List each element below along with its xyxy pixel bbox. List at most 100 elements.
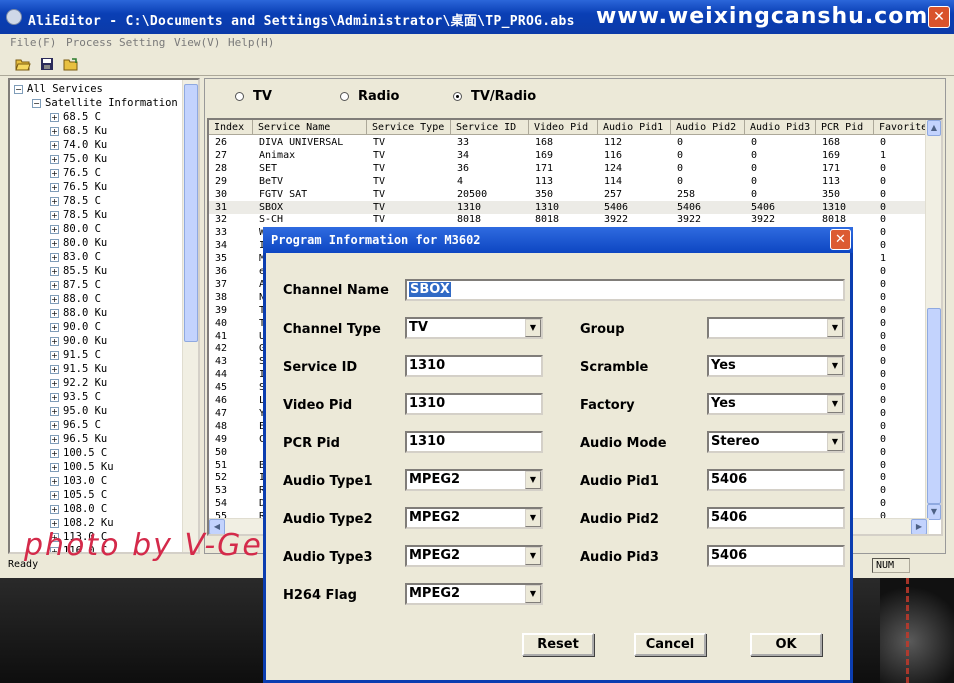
menu-help[interactable]: Help(H) xyxy=(228,36,274,49)
tree-item[interactable]: +90.0 C xyxy=(50,320,101,334)
table-cell[interactable]: 36 xyxy=(451,162,529,175)
open-icon[interactable] xyxy=(62,55,80,72)
table-cell[interactable]: TV xyxy=(367,201,451,214)
table-cell[interactable]: TV xyxy=(367,136,451,149)
table-cell[interactable]: S-CH xyxy=(253,213,367,226)
expand-icon[interactable]: + xyxy=(50,252,59,262)
table-cell[interactable]: 113 xyxy=(529,175,598,188)
chevron-down-icon[interactable]: ▼ xyxy=(525,509,541,527)
audio-type3-select[interactable]: MPEG2 ▼ xyxy=(405,545,543,567)
column-header[interactable]: Service Type xyxy=(367,120,451,135)
table-cell[interactable]: 32 xyxy=(209,213,253,226)
column-header[interactable]: Service ID xyxy=(451,120,529,135)
table-cell[interactable]: 0 xyxy=(745,188,816,201)
table-cell[interactable]: 257 xyxy=(598,188,671,201)
expand-icon[interactable]: + xyxy=(50,364,59,374)
table-cell[interactable]: 1310 xyxy=(816,201,874,214)
table-cell[interactable]: 50 xyxy=(209,446,253,459)
table-cell[interactable]: DIVA UNIVERSAL xyxy=(253,136,367,149)
scroll-right-icon[interactable]: ▶ xyxy=(911,519,927,534)
column-header[interactable]: PCR Pid xyxy=(816,120,874,135)
tree-item[interactable]: +100.5 Ku xyxy=(50,460,114,474)
radio-tv-dot[interactable] xyxy=(235,92,244,101)
table-cell[interactable]: 168 xyxy=(816,136,874,149)
tree-item[interactable]: +88.0 C xyxy=(50,292,101,306)
table-cell[interactable]: 35 xyxy=(209,252,253,265)
table-cell[interactable]: FGTV SAT xyxy=(253,188,367,201)
tree-item[interactable]: +78.5 C xyxy=(50,194,101,208)
dialog-close-icon[interactable]: ✕ xyxy=(830,229,851,250)
expand-icon[interactable]: + xyxy=(50,322,59,332)
column-header[interactable]: Audio Pid3 xyxy=(745,120,816,135)
table-cell[interactable]: TV xyxy=(367,213,451,226)
expand-icon[interactable]: + xyxy=(50,154,59,164)
tree-item[interactable]: +74.0 Ku xyxy=(50,138,107,152)
expand-icon[interactable]: + xyxy=(50,126,59,136)
tree-item[interactable]: +83.0 C xyxy=(50,250,101,264)
expand-icon[interactable]: + xyxy=(50,210,59,220)
chevron-down-icon[interactable]: ▼ xyxy=(525,547,541,565)
table-cell[interactable]: 3922 xyxy=(598,213,671,226)
expand-icon[interactable]: + xyxy=(50,112,59,122)
table-cell[interactable]: 113 xyxy=(816,175,874,188)
table-cell[interactable]: 28 xyxy=(209,162,253,175)
expand-icon[interactable]: + xyxy=(50,462,59,472)
table-cell[interactable]: 29 xyxy=(209,175,253,188)
table-cell[interactable]: TV xyxy=(367,188,451,201)
expand-icon[interactable]: + xyxy=(50,406,59,416)
table-cell[interactable]: 8018 xyxy=(529,213,598,226)
table-cell[interactable]: 5406 xyxy=(745,201,816,214)
table-cell[interactable]: 0 xyxy=(745,136,816,149)
cancel-button[interactable]: Cancel xyxy=(634,633,706,656)
table-cell[interactable]: 350 xyxy=(816,188,874,201)
table-cell[interactable]: 34 xyxy=(451,149,529,162)
table-cell[interactable]: 37 xyxy=(209,278,253,291)
table-cell[interactable]: 33 xyxy=(451,136,529,149)
audio-pid1-field[interactable]: 5406 xyxy=(707,469,845,491)
radio-tvradio-dot[interactable] xyxy=(453,92,462,101)
tree-item[interactable]: +96.5 Ku xyxy=(50,432,107,446)
tree-item[interactable]: +78.5 Ku xyxy=(50,208,107,222)
table-cell[interactable]: 54 xyxy=(209,497,253,510)
video-pid-field[interactable]: 1310 xyxy=(405,393,543,415)
table-cell[interactable]: 41 xyxy=(209,330,253,343)
table-cell[interactable]: 114 xyxy=(598,175,671,188)
expand-icon[interactable]: + xyxy=(50,280,59,290)
table-cell[interactable]: 47 xyxy=(209,407,253,420)
expand-icon[interactable]: + xyxy=(50,392,59,402)
tree-item[interactable]: +87.5 C xyxy=(50,278,101,292)
table-cell[interactable]: 5406 xyxy=(671,201,745,214)
tree-item[interactable]: +93.5 C xyxy=(50,390,101,404)
table-cell[interactable]: 171 xyxy=(529,162,598,175)
expand-icon[interactable]: + xyxy=(50,140,59,150)
expand-icon[interactable]: + xyxy=(50,518,59,528)
table-cell[interactable]: 0 xyxy=(745,149,816,162)
expand-icon[interactable]: + xyxy=(50,182,59,192)
expand-icon[interactable]: + xyxy=(50,294,59,304)
tree-item[interactable]: +76.5 C xyxy=(50,166,101,180)
save-icon[interactable] xyxy=(38,55,56,72)
tree-item[interactable]: +105.5 C xyxy=(50,488,107,502)
expand-icon[interactable]: + xyxy=(50,308,59,318)
scroll-up-icon[interactable]: ▲ xyxy=(927,120,941,136)
menu-process[interactable]: Process xyxy=(66,36,112,49)
expand-icon[interactable]: + xyxy=(50,336,59,346)
table-cell[interactable]: 3922 xyxy=(745,213,816,226)
menu-file[interactable]: File(F) xyxy=(10,36,56,49)
table-scrollbar[interactable]: ▲ ▼ xyxy=(925,120,941,520)
tree-item[interactable]: +75.0 Ku xyxy=(50,152,107,166)
table-scroll-thumb[interactable] xyxy=(927,308,941,504)
scramble-select[interactable]: Yes ▼ xyxy=(707,355,845,377)
table-cell[interactable]: 26 xyxy=(209,136,253,149)
expand-icon[interactable]: + xyxy=(50,168,59,178)
table-cell[interactable]: 1310 xyxy=(451,201,529,214)
table-cell[interactable]: 31 xyxy=(209,201,253,214)
channel-name-field[interactable]: SBOX xyxy=(405,279,845,301)
open-folder-icon[interactable] xyxy=(14,55,32,72)
radio-radio-dot[interactable] xyxy=(340,92,349,101)
tree-item[interactable]: +103.0 C xyxy=(50,474,107,488)
audio-mode-select[interactable]: Stereo ▼ xyxy=(707,431,845,453)
column-header[interactable]: Index xyxy=(209,120,253,135)
expand-icon[interactable]: + xyxy=(50,504,59,514)
table-cell[interactable]: 4 xyxy=(451,175,529,188)
